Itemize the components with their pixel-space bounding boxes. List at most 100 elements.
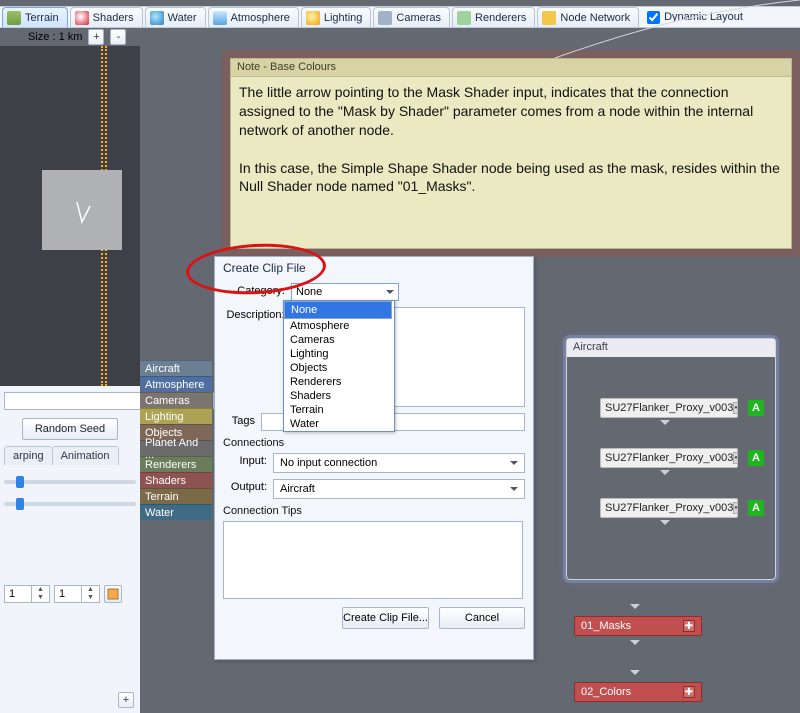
terrain-icon <box>7 11 21 25</box>
tab-label: Node Network <box>560 12 630 24</box>
slider-2[interactable] <box>4 493 136 515</box>
a-badge: A <box>748 400 764 416</box>
dropdown-item[interactable]: Atmosphere <box>284 319 394 333</box>
a-badge: A <box>748 450 764 466</box>
node-02-colors[interactable]: 02_Colors ✚ <box>574 682 702 702</box>
dropdown-item[interactable]: Objects <box>284 361 394 375</box>
node-label: SU27Flanker_Proxy_v003 <box>605 502 733 514</box>
tab-animation[interactable]: Animation <box>52 446 119 465</box>
expand-icon[interactable]: ✚ <box>733 502 738 514</box>
triangle-down-icon <box>660 420 670 430</box>
dynamic-layout-checkbox[interactable] <box>647 11 660 24</box>
dropdown-item[interactable]: Shaders <box>284 389 394 403</box>
tab-label: Terrain <box>25 12 59 24</box>
chevron-down-icon <box>510 461 518 469</box>
category-item-lighting[interactable]: Lighting <box>140 408 212 424</box>
dropdown-item[interactable]: Water <box>284 417 394 431</box>
tab-label: Atmosphere <box>231 12 290 24</box>
cancel-button[interactable]: Cancel <box>439 607 525 629</box>
add-button[interactable]: + <box>118 692 134 708</box>
slider-1[interactable] <box>4 471 136 493</box>
spin-down-icon[interactable]: ▼ <box>31 594 49 602</box>
atmosphere-icon <box>213 11 227 25</box>
category-item-aircraft[interactable]: Aircraft <box>140 360 212 376</box>
category-dropdown[interactable]: None Atmosphere Cameras Lighting Objects… <box>283 300 395 432</box>
dropdown-item[interactable]: Terrain <box>284 403 394 417</box>
category-item-terrain[interactable]: Terrain <box>140 488 212 504</box>
size-minus-button[interactable]: - <box>110 29 126 45</box>
dropdown-item[interactable]: Lighting <box>284 347 394 361</box>
connections-heading: Connections <box>223 437 525 449</box>
slider-thumb[interactable] <box>16 476 24 488</box>
spin-up-icon[interactable]: ▲ <box>31 586 49 594</box>
category-list: Aircraft Atmosphere Cameras Lighting Obj… <box>140 360 212 520</box>
category-select[interactable]: None <box>291 283 399 301</box>
tab-lighting[interactable]: Lighting <box>301 7 372 27</box>
random-seed-button[interactable]: Random Seed <box>22 418 118 440</box>
shaders-icon <box>75 11 89 25</box>
network-icon <box>542 11 556 25</box>
preview-extent-box[interactable] <box>42 170 122 250</box>
expand-icon[interactable]: ✚ <box>733 402 738 414</box>
create-clip-file-button[interactable]: Create Clip File... <box>342 607 429 629</box>
dropdown-item[interactable]: None <box>284 301 392 319</box>
tab-node-network[interactable]: Node Network <box>537 7 639 27</box>
category-item-atmosphere[interactable]: Atmosphere <box>140 376 212 392</box>
triangle-down-icon <box>660 470 670 480</box>
node-label: 02_Colors <box>581 686 631 698</box>
tab-shaders[interactable]: Shaders <box>70 7 143 27</box>
expand-icon[interactable]: ✚ <box>683 686 695 698</box>
tab-label: Renderers <box>475 12 526 24</box>
category-label: Category: <box>223 283 285 297</box>
input-connection-select[interactable]: No input connection <box>273 453 525 473</box>
node-su27-1[interactable]: SU27Flanker_Proxy_v003 ✚ <box>600 398 738 418</box>
spinner-1[interactable]: 1 ▲▼ <box>4 585 50 603</box>
tab-label: Lighting <box>324 12 363 24</box>
spin-up-icon[interactable]: ▲ <box>81 586 99 594</box>
chevron-down-icon <box>386 290 394 298</box>
dynamic-layout-label: Dynamic Layout <box>664 11 743 23</box>
tab-water[interactable]: Water <box>145 7 206 27</box>
category-item-cameras[interactable]: Cameras <box>140 392 212 408</box>
category-item-shaders[interactable]: Shaders <box>140 472 212 488</box>
tab-atmosphere[interactable]: Atmosphere <box>208 7 299 27</box>
terrain-preview[interactable] <box>0 46 140 386</box>
cameras-icon <box>378 11 392 25</box>
category-item-water[interactable]: Water <box>140 504 212 520</box>
dynamic-layout-toggle[interactable]: Dynamic Layout <box>647 11 743 24</box>
size-row: Size : 1 km + - <box>28 28 126 46</box>
triangle-down-icon <box>630 670 640 680</box>
size-label: Size : 1 km <box>28 31 82 43</box>
expand-icon[interactable]: ✚ <box>733 452 738 464</box>
node-su27-2[interactable]: SU27Flanker_Proxy_v003 ✚ <box>600 448 738 468</box>
output-connection-select[interactable]: Aircraft <box>273 479 525 499</box>
dialog-title: Create Clip File <box>215 257 533 281</box>
property-panel: ? Random Seed arping Animation 1 ▲▼ 1 ▲▼ <box>0 386 140 713</box>
connection-tips-heading: Connection Tips <box>223 505 525 517</box>
spinner-value: 1 <box>5 588 27 600</box>
tab-label: Water <box>168 12 197 24</box>
node-su27-3[interactable]: SU27Flanker_Proxy_v003 ✚ <box>600 498 738 518</box>
expand-icon[interactable]: ✚ <box>683 620 695 632</box>
connection-tips-box[interactable] <box>223 521 523 599</box>
renderers-icon <box>457 11 471 25</box>
tab-terrain[interactable]: Terrain <box>2 7 68 27</box>
triangle-down-icon <box>660 520 670 530</box>
note-title: Note - Base Colours <box>231 59 791 77</box>
color-swatch-button[interactable] <box>104 585 122 603</box>
tab-cameras[interactable]: Cameras <box>373 7 450 27</box>
description-label: Description: <box>223 307 285 321</box>
dropdown-item[interactable]: Renderers <box>284 375 394 389</box>
tab-renderers[interactable]: Renderers <box>452 7 535 27</box>
triangle-down-icon <box>630 640 640 650</box>
node-01-masks[interactable]: 01_Masks ✚ <box>574 616 702 636</box>
slider-thumb[interactable] <box>16 498 24 510</box>
size-plus-button[interactable]: + <box>88 29 104 45</box>
dropdown-item[interactable]: Cameras <box>284 333 394 347</box>
spinner-2[interactable]: 1 ▲▼ <box>54 585 100 603</box>
note-paragraph: The little arrow pointing to the Mask Sh… <box>239 83 783 140</box>
tab-warping[interactable]: arping <box>4 446 52 465</box>
spin-down-icon[interactable]: ▼ <box>81 594 99 602</box>
category-item-planet[interactable]: Planet And ... <box>140 440 212 456</box>
a-badge: A <box>748 500 764 516</box>
